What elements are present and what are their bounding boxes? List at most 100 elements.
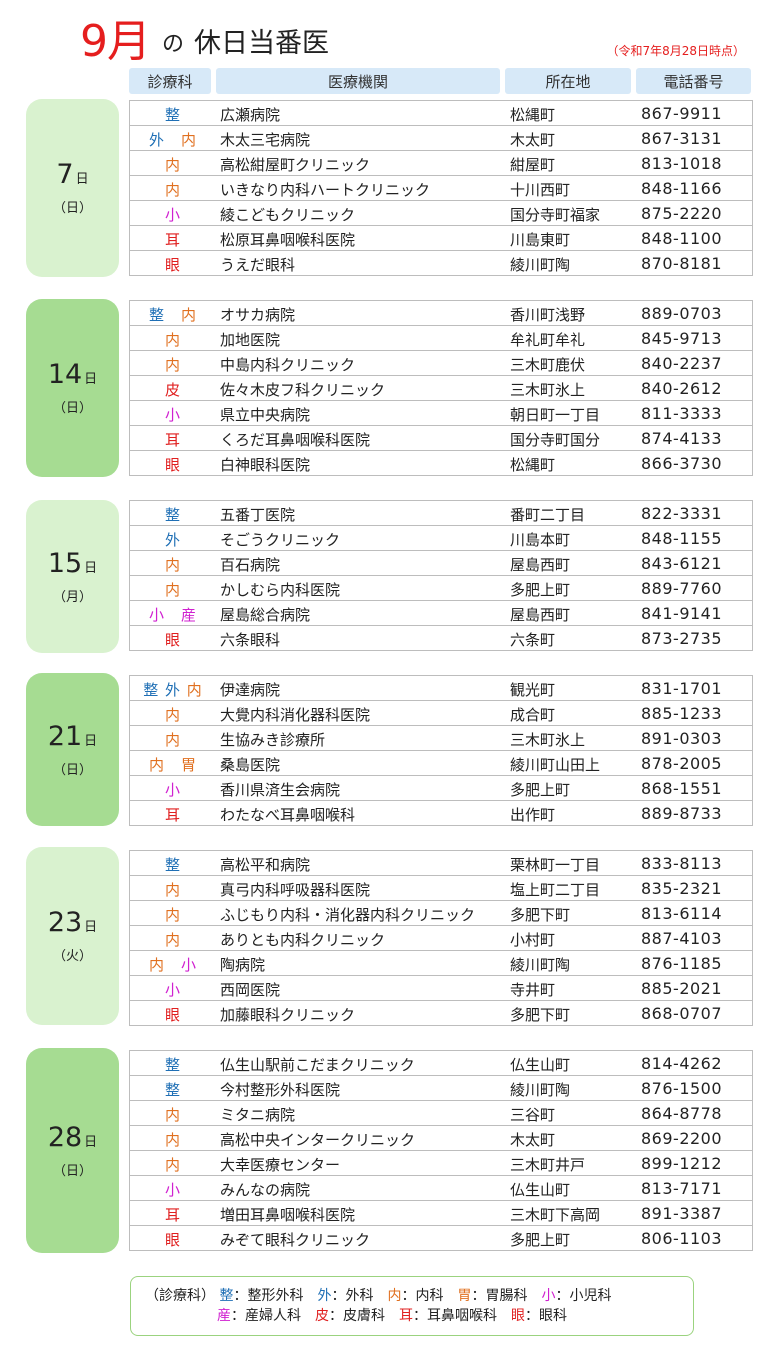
phone-cell: 848-1155 bbox=[641, 529, 723, 548]
institution-cell: 六条眼科 bbox=[220, 631, 281, 649]
institution-cell: 香川県済生会病院 bbox=[220, 781, 341, 799]
institution-cell: 高松平和病院 bbox=[220, 856, 311, 874]
department-cell: 眼 bbox=[164, 456, 181, 474]
department-cell: 整 bbox=[164, 1081, 181, 1099]
phone-cell: 867-9911 bbox=[641, 104, 723, 123]
title-text: 休日当番医 bbox=[194, 28, 330, 59]
legend-label: （診療科） bbox=[145, 1288, 215, 1304]
department-cell: 整 bbox=[164, 506, 181, 524]
phone-cell: 840-2612 bbox=[641, 379, 723, 398]
institution-cell: 高松紺屋町クリニック bbox=[220, 156, 371, 174]
column-header-phone: 電話番号 bbox=[636, 68, 751, 94]
table-row: 整 仏生山駅前こだまクリニック 仏生山町 814-4262 bbox=[130, 1051, 752, 1076]
phone-cell: 885-2021 bbox=[641, 979, 723, 998]
institution-cell: 大覺内科消化器科医院 bbox=[220, 706, 371, 724]
day-number-value: 15 bbox=[47, 547, 83, 579]
institution-cell: 中島内科クリニック bbox=[220, 356, 356, 374]
institution-cell: 高松中央インタークリニック bbox=[220, 1131, 416, 1149]
phone-cell: 876-1500 bbox=[641, 1079, 723, 1098]
phone-cell: 806-1103 bbox=[641, 1229, 723, 1248]
phone-cell: 874-4133 bbox=[641, 429, 723, 448]
duty-table-28: 整仏生山駅前こだまクリニック 仏生山町 814-4262 整 今村整形外科医院 綾川町陶 8… bbox=[129, 1050, 753, 1251]
legend-abbr: 整 bbox=[219, 1288, 234, 1304]
location-cell: 出作町 bbox=[510, 806, 556, 824]
duty-table-14: 整 内オサカ病院 香川町浅野 889-0703 内加地医院 牟礼町牟礼 845-9713 内… bbox=[129, 300, 753, 476]
day-unit: 日 bbox=[84, 733, 98, 749]
legend-abbr: 耳 bbox=[399, 1308, 413, 1324]
location-cell: 成合町 bbox=[510, 706, 556, 724]
table-row: 小 西岡医院 寺井町 885-2021 bbox=[130, 976, 752, 1001]
institution-cell: みぞて眼科クリニック bbox=[220, 1231, 371, 1249]
phone-cell: 875-2220 bbox=[641, 204, 723, 223]
day-block-15: 15 日 （月） bbox=[26, 500, 119, 653]
table-row: 内 いきなり内科ハートクリニック 十川西町 848-1166 bbox=[130, 176, 752, 201]
department-cell: 内 bbox=[164, 581, 181, 599]
table-row: 整 今村整形外科医院 綾川町陶 876-1500 bbox=[130, 1076, 752, 1101]
location-cell: 多肥上町 bbox=[510, 781, 571, 799]
table-row: 内 百石病院 屋島西町 843-6121 bbox=[130, 551, 752, 576]
department-legend: （診療科） 整：整形外科 外：外科 内：内科 胃：胃腸科 小：小児科 産：産婦人科 皮：皮… bbox=[130, 1276, 694, 1336]
department-cell: 小 bbox=[164, 406, 181, 424]
institution-cell: 生協みき診療所 bbox=[220, 731, 326, 749]
location-cell: 朝日町一丁目 bbox=[510, 406, 601, 424]
day-number-value: 21 bbox=[47, 720, 83, 752]
table-row: 内 ありとも内科クリニック 小村町 887-4103 bbox=[130, 926, 752, 951]
institution-cell: 伊達病院 bbox=[220, 681, 281, 699]
institution-cell: 木太三宅病院 bbox=[220, 131, 311, 149]
table-row: 整 内 オサカ病院 香川町浅野 889-0703 bbox=[130, 301, 752, 326]
department-cell: 内 bbox=[164, 181, 181, 199]
legend-text: ：整形外科 bbox=[233, 1288, 304, 1304]
institution-cell: 県立中央病院 bbox=[220, 406, 311, 424]
legend-text: ：内科 bbox=[401, 1288, 444, 1304]
institution-cell: 仏生山駅前こだまクリニック bbox=[220, 1056, 415, 1074]
phone-cell: 889-0703 bbox=[641, 304, 723, 323]
institution-cell: うえだ眼科 bbox=[220, 256, 296, 274]
location-cell: 三木町氷上 bbox=[510, 731, 586, 749]
table-row: 小 産 屋島総合病院 屋島西町 841-9141 bbox=[130, 601, 752, 626]
phone-cell: 843-6121 bbox=[641, 554, 723, 573]
phone-cell: 835-2321 bbox=[641, 879, 723, 898]
institution-cell: いきなり内科ハートクリニック bbox=[220, 181, 431, 199]
phone-cell: 864-8778 bbox=[641, 1104, 723, 1123]
department-cell: 整 内 bbox=[148, 306, 198, 324]
legend-text: ：皮膚科 bbox=[329, 1308, 385, 1324]
table-row: 眼 みぞて眼科クリニック 多肥上町 806-1103 bbox=[130, 1226, 752, 1251]
table-row: 耳 わたなべ耳鼻咽喉科 出作町 889-8733 bbox=[130, 801, 752, 826]
table-row: 耳 松原耳鼻咽喉科医院 川島東町 848-1100 bbox=[130, 226, 752, 251]
institution-cell: そごうクリニック bbox=[220, 531, 341, 549]
location-cell: 仏生山町 bbox=[510, 1181, 571, 1199]
location-cell: 綾川町陶 bbox=[510, 1081, 571, 1099]
location-cell: 多肥下町 bbox=[510, 906, 571, 924]
phone-cell: 868-0707 bbox=[641, 1004, 723, 1023]
day-block-21: 21 日 （日） bbox=[26, 673, 119, 826]
title-particle: の bbox=[162, 32, 185, 57]
department-cell: 内 bbox=[164, 1131, 181, 1149]
legend-text: ：耳鼻咽喉科 bbox=[413, 1308, 497, 1324]
table-row: 整 高松平和病院 栗林町一丁目 833-8113 bbox=[130, 851, 752, 876]
institution-cell: 佐々木皮フ科クリニック bbox=[220, 381, 386, 399]
department-cell: 小 bbox=[164, 1181, 181, 1199]
institution-cell: 加地医院 bbox=[220, 331, 281, 349]
phone-cell: 873-2735 bbox=[641, 629, 723, 648]
department-cell: 内 bbox=[164, 881, 181, 899]
legend-item: 胃：胃腸科 bbox=[457, 1288, 527, 1304]
as-of-date: （令和7年8月28日時点） bbox=[606, 44, 745, 58]
phone-cell: 848-1166 bbox=[641, 179, 723, 198]
phone-cell: 848-1100 bbox=[641, 229, 723, 248]
table-row: 内 大覺内科消化器科医院 成合町 885-1233 bbox=[130, 701, 752, 726]
phone-cell: 891-0303 bbox=[641, 729, 723, 748]
day-unit: 日 bbox=[84, 1134, 98, 1150]
location-cell: 三木町井戸 bbox=[510, 1156, 586, 1174]
day-weekday: （日） bbox=[52, 401, 92, 416]
day-number: 23 日 bbox=[48, 908, 97, 943]
phone-cell: 833-8113 bbox=[641, 854, 723, 873]
institution-cell: 今村整形外科医院 bbox=[220, 1081, 341, 1099]
location-cell: 松縄町 bbox=[510, 106, 556, 124]
department-cell: 整 bbox=[164, 856, 181, 874]
institution-cell: くろだ耳鼻咽喉科医院 bbox=[220, 431, 371, 449]
location-cell: 三木町下高岡 bbox=[510, 1206, 601, 1224]
location-cell: 十川西町 bbox=[510, 181, 571, 199]
day-weekday: （月） bbox=[52, 589, 92, 605]
duty-table-15: 整 五番丁医院 番町二丁目 822-3331 外 そごうクリニック 川島本町 848-1155… bbox=[129, 500, 753, 651]
phone-cell: 813-1018 bbox=[641, 154, 723, 173]
